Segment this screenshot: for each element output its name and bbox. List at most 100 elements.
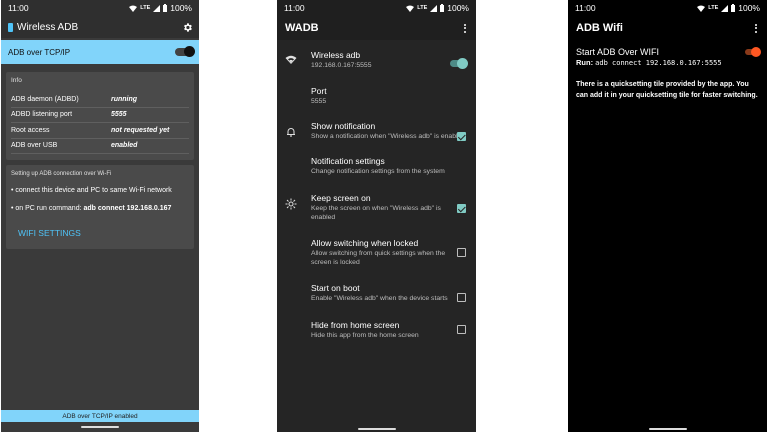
network-type: LTE: [708, 5, 719, 11]
pref-title: Wireless adb: [311, 50, 361, 60]
app-title: WADB: [285, 22, 319, 34]
status-bar: 11:00 LTE 100%: [1, 0, 199, 16]
status-time: 11:00: [284, 3, 305, 13]
pref-title: Allow switching when locked: [311, 238, 419, 248]
run-command: adb connect 192.168.0.167:5555: [595, 59, 722, 67]
pref-title: Start on boot: [311, 283, 360, 293]
run-label: Run:: [576, 58, 596, 67]
pref-wireless-adb[interactable]: Wireless adb 192.168.0.167:5555: [277, 50, 476, 70]
info-row: Root access not requested yet: [11, 123, 189, 139]
battery-icon: [163, 4, 168, 12]
info-key: ADBD listening port: [11, 111, 73, 119]
app-title: Wireless ADB: [17, 21, 79, 33]
app-title: ADB Wifi: [576, 22, 623, 34]
info-row: ADBD listening port 5555: [11, 108, 189, 123]
wadb-screen: 11:00 LTE 100% WADB Wireless adb 192.168…: [277, 0, 476, 432]
overflow-menu-icon[interactable]: [753, 23, 759, 33]
info-value: 5555: [111, 111, 127, 119]
gesture-nav-handle[interactable]: [357, 428, 396, 430]
start-adb-wifi-row[interactable]: Start ADB Over WIFI: [568, 46, 767, 57]
pref-summary: Allow switching from quick settings when…: [311, 250, 446, 266]
info-row: ADB over USB enabled: [11, 139, 189, 154]
wifi-icon: [285, 55, 297, 64]
info-card-title: Info: [11, 77, 22, 84]
cell-signal-icon: [153, 4, 161, 12]
wifi-settings-button[interactable]: WIFI SETTINGS: [18, 228, 81, 238]
pref-allow-switching-when-locked[interactable]: Allow switching when locked Allow switch…: [277, 238, 476, 267]
pref-keep-screen-on[interactable]: Keep screen on Keep the screen on when "…: [277, 193, 476, 222]
gesture-nav-handle[interactable]: [648, 428, 687, 430]
toggle-label: ADB over TCP/IP: [8, 47, 71, 57]
wifi-signal-icon: [406, 5, 415, 12]
wireless-adb-screen: 11:00 LTE 100% Wireless ADB ADB over TCP…: [1, 0, 199, 432]
info-key: Root access: [11, 126, 50, 134]
status-time: 11:00: [575, 3, 596, 13]
pref-title: Keep screen on: [311, 193, 371, 203]
battery-icon: [731, 4, 736, 12]
pref-hide-from-home-screen[interactable]: Hide from home screen Hide this app from…: [277, 320, 476, 340]
status-bar: 11:00 LTE 100%: [277, 0, 476, 16]
pref-summary: Keep the screen on when "Wireless adb" i…: [311, 205, 441, 221]
pref-summary: Hide this app from the home screen: [311, 332, 419, 339]
pref-title: Port: [311, 86, 327, 96]
bottom-status-bar: ADB over TCP/IP enabled: [1, 410, 199, 422]
brightness-icon: [285, 198, 297, 210]
pref-show-notification[interactable]: Show notification Show a notification wh…: [277, 121, 476, 141]
info-card: Info ADB daemon (ADBD) running ADBD list…: [6, 72, 194, 160]
bell-icon: [287, 128, 295, 137]
info-value: enabled: [111, 142, 138, 150]
pref-title: Show notification: [311, 121, 376, 131]
wifi-signal-icon: [697, 5, 706, 12]
gesture-nav-handle[interactable]: [81, 426, 119, 428]
adb-tcpip-switch[interactable]: [175, 46, 195, 57]
cell-signal-icon: [430, 4, 438, 12]
phone-icon: [8, 22, 13, 32]
pref-summary: 192.168.0.167:5555: [311, 62, 372, 69]
battery-level: 100%: [447, 3, 469, 13]
pref-summary: Change notification settings from the sy…: [311, 168, 445, 175]
info-key: ADB over USB: [11, 142, 58, 150]
show-notification-checkbox[interactable]: [457, 132, 466, 141]
setup-step-2-text: • on PC run command:: [11, 205, 84, 212]
info-value: not requested yet: [111, 126, 170, 134]
battery-icon: [440, 4, 445, 12]
pref-notification-settings[interactable]: Notification settings Change notificatio…: [277, 156, 476, 176]
settings-gear-icon[interactable]: [182, 22, 193, 33]
setup-card-title: Setting up ADB connection over Wi-Fi: [11, 171, 112, 177]
setup-step-1: • connect this device and PC to same Wi-…: [11, 187, 172, 194]
wifi-signal-icon: [129, 5, 138, 12]
keep-screen-on-checkbox[interactable]: [457, 204, 466, 213]
status-time: 11:00: [8, 3, 29, 13]
pref-title: Notification settings: [311, 156, 385, 166]
pref-title: Hide from home screen: [311, 320, 400, 330]
wireless-adb-switch[interactable]: [450, 58, 468, 69]
start-on-boot-checkbox[interactable]: [457, 293, 466, 302]
info-key: ADB daemon (ADBD): [11, 95, 79, 103]
battery-level: 100%: [738, 3, 760, 13]
overflow-menu-icon[interactable]: [462, 23, 468, 33]
start-adb-wifi-switch[interactable]: [745, 46, 761, 57]
adb-over-tcpip-toggle-row[interactable]: ADB over TCP/IP: [1, 40, 199, 64]
toggle-title: Start ADB Over WIFI: [576, 47, 660, 57]
adb-connect-command: adb connect 192.168.0.167: [83, 205, 172, 212]
pref-port[interactable]: Port 5555: [277, 86, 476, 106]
app-bar: ADB Wifi: [568, 16, 767, 40]
battery-level: 100%: [170, 3, 192, 13]
info-value: running: [111, 95, 138, 103]
pref-summary: Enable "Wireless adb" when the device st…: [311, 295, 448, 302]
status-bar: 11:00 LTE 100%: [568, 0, 767, 16]
setup-step-2: • on PC run command: adb connect 192.168…: [11, 205, 189, 212]
run-command-line: Run: adb connect 192.168.0.167:5555: [568, 58, 767, 67]
info-row: ADB daemon (ADBD) running: [11, 92, 189, 108]
app-bar: Wireless ADB: [1, 16, 199, 38]
hide-from-home-checkbox[interactable]: [457, 325, 466, 334]
cell-signal-icon: [721, 4, 729, 12]
pref-start-on-boot[interactable]: Start on boot Enable "Wireless adb" when…: [277, 283, 476, 303]
pref-summary: Show a notification when "Wireless adb" …: [311, 133, 466, 140]
pref-summary: 5555: [311, 98, 327, 105]
quicksetting-description: There is a quicksetting tile provided by…: [576, 81, 758, 99]
allow-switching-checkbox[interactable]: [457, 248, 466, 257]
adb-wifi-screen: 11:00 LTE 100% ADB Wifi Start ADB Over W…: [568, 0, 767, 432]
network-type: LTE: [417, 5, 428, 11]
app-bar: WADB: [277, 16, 476, 40]
